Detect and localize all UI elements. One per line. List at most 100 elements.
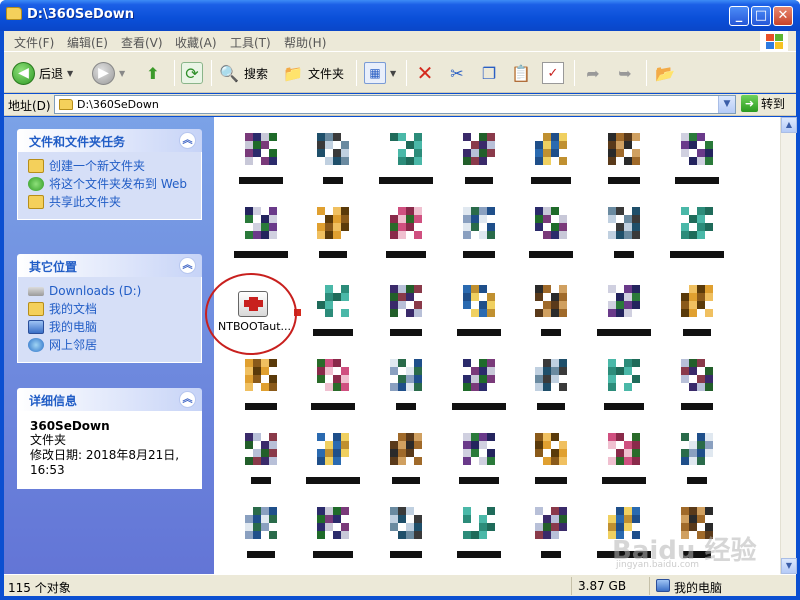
file-icon[interactable] [607,433,641,465]
menu-favorites[interactable]: 收藏(A) [175,34,217,51]
drive-icon [28,287,44,296]
file-icon[interactable] [607,285,641,317]
file-icon[interactable] [534,207,568,239]
task-publish-web[interactable]: 将这个文件夹发布到 Web [28,177,195,191]
file-icon[interactable] [244,133,278,165]
menu-bar: 文件(F) 编辑(E) 查看(V) 收藏(A) 工具(T) 帮助(H) [4,31,796,51]
details-panel-header[interactable]: 详细信息 ︽ [17,388,202,411]
address-field[interactable]: D:\360SeDown ▼ [54,95,736,114]
file-icon[interactable] [462,359,496,391]
refresh-button[interactable]: ⟳ [181,60,203,86]
move-to-button[interactable]: ➦ [582,60,604,86]
file-icon[interactable] [462,207,496,239]
back-button[interactable]: ◀ 后退 ▼ [12,60,73,86]
file-list-view[interactable]: NTBOOTaut... [214,117,780,574]
place-my-documents[interactable]: 我的文档 [28,302,195,316]
file-icon[interactable] [244,359,278,391]
file-icon[interactable] [680,285,714,317]
place-my-computer[interactable]: 我的电脑 [28,320,195,334]
file-icon[interactable] [534,285,568,317]
file-icon[interactable] [680,133,714,165]
file-icon[interactable] [680,433,714,465]
file-icon[interactable] [389,285,423,317]
task-share-folder[interactable]: 共享此文件夹 [28,195,195,209]
menu-edit[interactable]: 编辑(E) [67,34,108,51]
file-icon[interactable] [389,507,423,539]
file-icon[interactable] [462,507,496,539]
collapse-icon[interactable]: ︽ [179,257,196,274]
file-icon[interactable] [534,133,568,165]
views-button[interactable]: ▦ ▼ [364,60,396,86]
place-downloads-drive[interactable]: Downloads (D:) [28,284,195,298]
title-bar[interactable]: D:\360SeDown _ □ ✕ [0,0,800,31]
share-folder-icon [28,195,44,209]
file-icon[interactable] [244,433,278,465]
file-icon[interactable] [534,359,568,391]
details-panel-body: 360SeDown 文件夹 修改日期: 2018年8月21日, 16:53 [17,411,202,489]
chevron-down-icon[interactable]: ▼ [718,96,735,113]
search-button[interactable]: 🔍 搜索 [218,60,268,86]
file-icon[interactable] [244,207,278,239]
file-icon[interactable] [534,507,568,539]
file-label [306,477,360,484]
file-icon[interactable] [680,359,714,391]
minimize-button[interactable]: _ [729,6,749,26]
task-new-folder[interactable]: 创建一个新文件夹 [28,159,195,173]
file-icon[interactable] [462,133,496,165]
collapse-icon[interactable]: ︽ [179,132,196,149]
copy-button[interactable]: ❐ [478,60,500,86]
move-to-icon: ➦ [586,63,600,83]
refresh-icon: ⟳ [181,62,203,84]
file-icon[interactable] [462,433,496,465]
file-icon[interactable] [316,507,350,539]
favorites-folder-button[interactable]: 📂 [654,60,676,86]
file-icon[interactable] [389,207,423,239]
vertical-scrollbar[interactable]: ▲ ▼ [780,117,797,574]
file-icon[interactable] [462,285,496,317]
menu-tools[interactable]: 工具(T) [230,34,271,51]
maximize-button[interactable]: □ [751,6,771,26]
file-icon[interactable] [680,207,714,239]
close-button[interactable]: ✕ [773,6,793,26]
file-label [602,477,646,484]
file-icon[interactable] [607,359,641,391]
status-divider [571,577,572,595]
status-location: 我的电脑 [674,581,723,595]
menu-view[interactable]: 查看(V) [121,34,163,51]
file-icon[interactable] [389,359,423,391]
file-icon[interactable] [316,285,350,317]
task-pane: 文件和文件夹任务 ︽ 创建一个新文件夹 将这个文件夹发布到 Web 共享此文件夹 [4,117,214,574]
forward-button[interactable]: ▶ ▼ [92,60,125,86]
go-button[interactable]: ➜ 转到 [741,95,785,112]
cut-button[interactable]: ✂ [446,60,468,86]
scroll-down-icon[interactable]: ▼ [781,558,797,574]
paste-button[interactable]: 📋 [510,60,532,86]
folders-button[interactable]: 📁 文件夹 [282,60,344,86]
file-icon[interactable] [389,433,423,465]
file-icon[interactable] [534,433,568,465]
tasks-panel-header[interactable]: 文件和文件夹任务 ︽ [17,129,202,152]
collapse-icon[interactable]: ︽ [179,391,196,408]
menu-file[interactable]: 文件(F) [14,34,54,51]
menu-help[interactable]: 帮助(H) [284,34,326,51]
file-icon[interactable] [607,133,641,165]
copy-to-button[interactable]: ➥ [614,60,636,86]
file-icon[interactable] [389,133,423,165]
file-icon[interactable] [316,207,350,239]
properties-button[interactable]: ✓ [542,60,564,86]
details-name: 360SeDown [30,419,110,433]
file-icon[interactable] [316,359,350,391]
file-icon[interactable] [607,207,641,239]
scroll-up-icon[interactable]: ▲ [781,117,797,133]
file-icon[interactable] [244,507,278,539]
up-folder-button[interactable]: ⬆ [142,60,164,86]
file-icon[interactable] [316,133,350,165]
places-panel-header[interactable]: 其它位置 ︽ [17,254,202,277]
file-label [541,551,561,558]
documents-folder-icon [28,302,44,316]
copy-icon: ❐ [481,63,497,83]
place-network[interactable]: 网上邻居 [28,338,195,352]
file-label [463,251,495,258]
file-icon[interactable] [316,433,350,465]
delete-button[interactable]: ✕ [414,60,436,86]
